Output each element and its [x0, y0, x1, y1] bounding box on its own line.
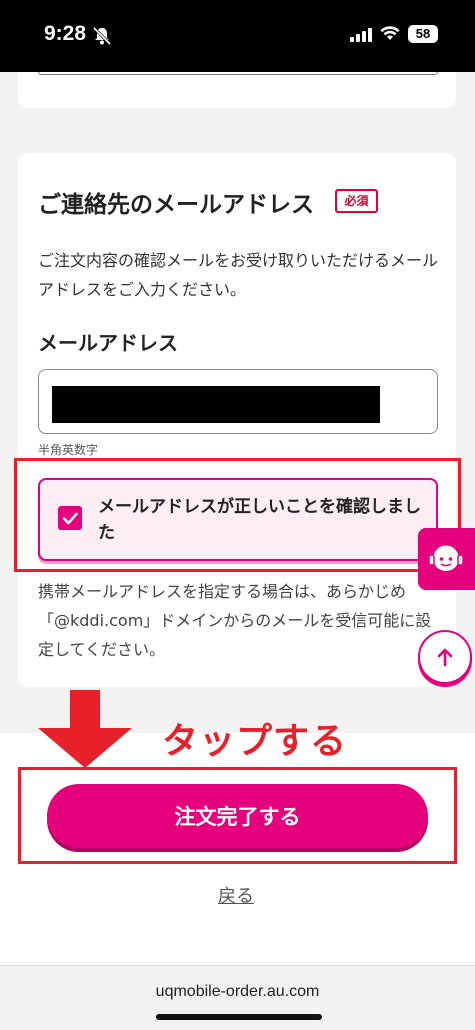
check-icon: [62, 512, 78, 525]
required-badge: 必須: [335, 189, 378, 213]
previous-section-card: [18, 72, 456, 108]
email-domain-note: 携帯メールアドレスを指定する場合は、あらかじめ「@kddi.com」ドメインから…: [38, 582, 432, 659]
signal-icon: [350, 27, 374, 46]
previous-input-field[interactable]: [38, 72, 438, 75]
email-field-hint: 半角英数字: [38, 443, 99, 457]
tap-annotation-label: タップする: [162, 721, 348, 762]
wifi-icon: [380, 25, 400, 45]
arrow-up-icon: [437, 648, 453, 667]
battery-icon: 58: [408, 25, 438, 43]
status-bar: 9:28 58: [0, 0, 475, 72]
status-time: 9:28: [44, 22, 87, 45]
section-title: ご連絡先のメールアドレス: [38, 192, 314, 218]
confirm-checkbox-label[interactable]: メールアドレスが正しいことを確認しました: [98, 494, 428, 546]
bell-slash-icon: [92, 26, 112, 50]
arrow-down-annotation-icon: [36, 690, 134, 772]
email-field-label: メールアドレス: [38, 331, 178, 355]
back-link[interactable]: 戻る: [218, 882, 254, 908]
section-description: ご注文内容の確認メールをお受け取りいただけるメールアドレスをご入力ください。: [38, 251, 439, 299]
home-indicator[interactable]: [156, 1014, 322, 1020]
scroll-top-button[interactable]: [418, 630, 472, 684]
confirm-checkbox[interactable]: [58, 506, 82, 530]
redacted-email-value: [52, 386, 380, 423]
complete-order-button[interactable]: 注文完了する: [47, 784, 428, 848]
url-text[interactable]: uqmobile-order.au.com: [0, 983, 475, 1001]
